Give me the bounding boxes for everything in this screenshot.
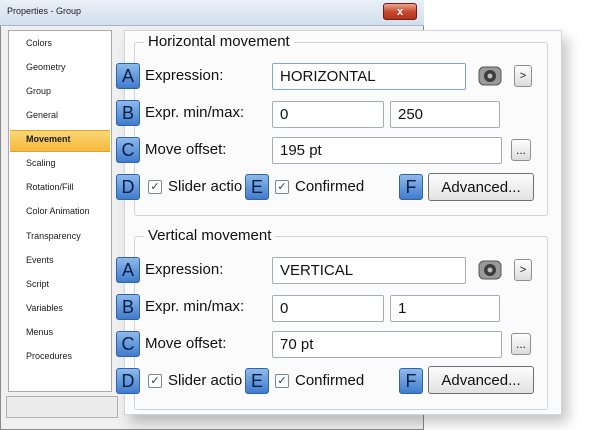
v-expression-next-button[interactable]: > — [514, 259, 532, 281]
v-expression-input[interactable]: VERTICAL — [272, 257, 466, 284]
h-expression-input[interactable]: HORIZONTAL — [272, 63, 466, 90]
h-confirmed-label: Confirmed — [295, 178, 365, 195]
badge-e: E — [245, 174, 269, 200]
sidebar-item-transparency[interactable]: Transparency — [10, 228, 110, 250]
window-title: Properties - Group — [7, 6, 82, 16]
sidebar-item-movement[interactable]: Movement — [10, 130, 110, 152]
close-icon: x — [396, 5, 404, 18]
badge-a: A — [116, 63, 140, 89]
ellipsis-icon: ... — [515, 337, 526, 351]
vertical-group-title: Vertical movement — [144, 227, 276, 244]
h-offset-browse-button[interactable]: ... — [511, 139, 531, 161]
badge-d: D — [116, 174, 140, 200]
badge-c: C — [116, 137, 140, 163]
v-offset-label: Move offset: — [145, 335, 227, 352]
close-button[interactable]: x — [383, 3, 417, 20]
v-min-input[interactable]: 0 — [272, 295, 384, 322]
v-slider-action-checkbox[interactable]: ✓ — [148, 374, 162, 388]
v-confirmed-checkbox[interactable]: ✓ — [275, 374, 289, 388]
h-minmax-label: Expr. min/max: — [145, 104, 245, 121]
v-offset-input[interactable]: 70 pt — [272, 331, 502, 358]
badge-d: D — [116, 368, 140, 394]
sidebar-item-scaling[interactable]: Scaling — [10, 155, 110, 177]
h-offset-label: Move offset: — [145, 141, 227, 158]
badge-f: F — [399, 174, 423, 200]
sidebar-item-geometry[interactable]: Geometry — [10, 59, 110, 81]
h-confirmed-checkbox[interactable]: ✓ — [275, 180, 289, 194]
v-expression-gear-button[interactable] — [477, 258, 503, 282]
chevron-right-icon: > — [519, 70, 527, 82]
sidebar-item-menus[interactable]: Menus — [10, 324, 110, 346]
h-advanced-button[interactable]: Advanced... — [428, 173, 534, 201]
gear-icon — [478, 66, 502, 86]
h-min-input[interactable]: 0 — [272, 101, 384, 128]
v-confirmed-label: Confirmed — [295, 372, 365, 389]
h-offset-input[interactable]: 195 pt — [272, 137, 502, 164]
ellipsis-icon: ... — [515, 143, 526, 157]
h-max-input[interactable]: 250 — [390, 101, 500, 128]
v-minmax-label: Expr. min/max: — [145, 298, 245, 315]
v-max-input[interactable]: 1 — [390, 295, 500, 322]
badge-c: C — [116, 331, 140, 357]
chevron-right-icon: > — [519, 264, 527, 276]
v-slider-action-label: Slider actio — [168, 372, 243, 389]
category-sidebar: Colors Geometry Group General Movement S… — [8, 30, 112, 392]
h-expression-label: Expression: — [145, 67, 224, 84]
badge-b: B — [116, 100, 140, 126]
h-slider-action-label: Slider actio — [168, 178, 243, 195]
v-advanced-button[interactable]: Advanced... — [428, 366, 534, 394]
badge-e: E — [245, 368, 269, 394]
v-expression-label: Expression: — [145, 261, 224, 278]
title-bar[interactable]: Properties - Group x — [0, 0, 424, 26]
sidebar-item-group[interactable]: Group — [10, 83, 110, 105]
dialog-bottom-bar — [6, 396, 118, 418]
sidebar-item-events[interactable]: Events — [10, 252, 110, 274]
h-expression-next-button[interactable]: > — [514, 65, 532, 87]
badge-b: B — [116, 294, 140, 320]
sidebar-item-color-animation[interactable]: Color Animation — [10, 203, 110, 225]
sidebar-item-colors[interactable]: Colors — [10, 35, 110, 57]
sidebar-item-general[interactable]: General — [10, 107, 110, 129]
horizontal-group-title: Horizontal movement — [144, 33, 294, 50]
h-expression-gear-button[interactable] — [477, 64, 503, 88]
gear-icon — [478, 260, 502, 280]
sidebar-item-procedures[interactable]: Procedures — [10, 348, 110, 370]
badge-a: A — [116, 257, 140, 283]
sidebar-item-script[interactable]: Script — [10, 276, 110, 298]
sidebar-item-variables[interactable]: Variables — [10, 300, 110, 322]
badge-f: F — [399, 368, 423, 394]
h-slider-action-checkbox[interactable]: ✓ — [148, 180, 162, 194]
sidebar-item-rotation-fill[interactable]: Rotation/Fill — [10, 179, 110, 201]
v-offset-browse-button[interactable]: ... — [511, 333, 531, 355]
